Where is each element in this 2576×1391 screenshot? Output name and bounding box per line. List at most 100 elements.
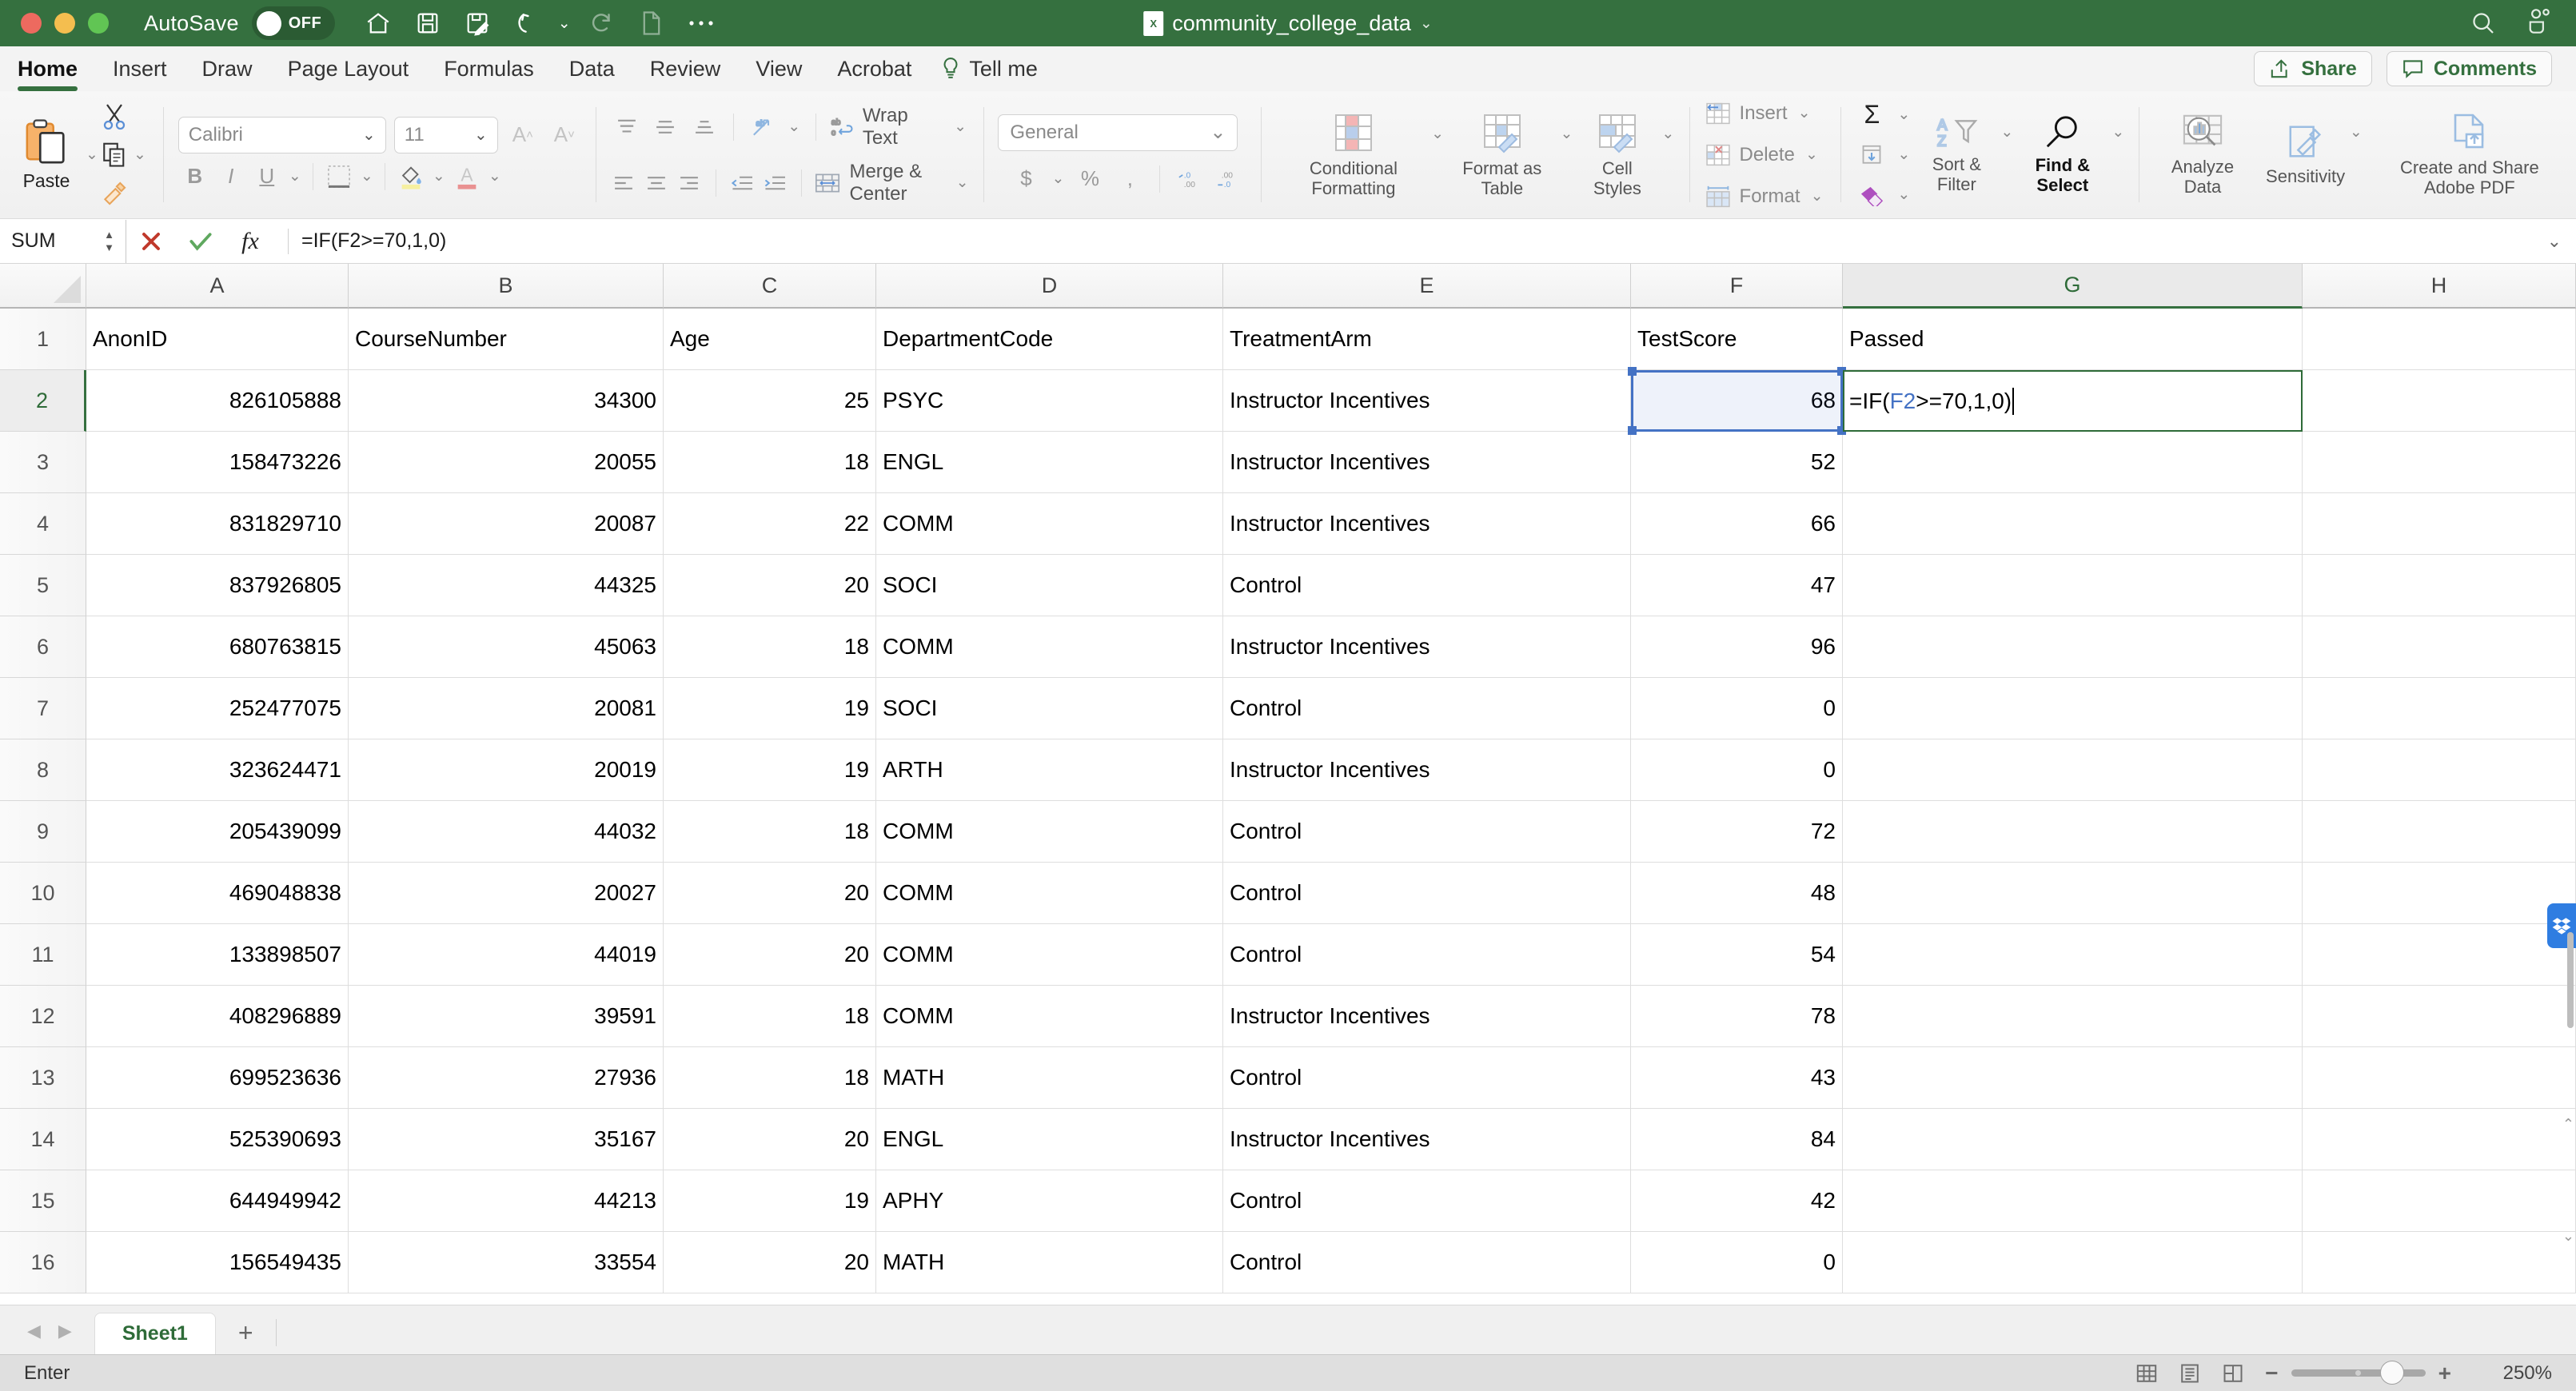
row-header-15[interactable]: 15 xyxy=(0,1170,86,1232)
cell-A6[interactable]: 680763815 xyxy=(86,616,349,678)
cell-E9[interactable]: Control xyxy=(1223,801,1631,863)
create-share-adobe-pdf-button[interactable]: Create and Share Adobe PDF xyxy=(2373,112,2566,197)
cell-G7[interactable] xyxy=(1843,678,2303,739)
page-break-view-icon[interactable] xyxy=(2222,1362,2244,1385)
cell-E3[interactable]: Instructor Incentives xyxy=(1223,432,1631,493)
cell-E7[interactable]: Control xyxy=(1223,678,1631,739)
cell-H15[interactable] xyxy=(2303,1170,2576,1232)
add-sheet-button[interactable]: + xyxy=(216,1318,276,1354)
cell-D6[interactable]: COMM xyxy=(876,616,1223,678)
cell-F14[interactable]: 84 xyxy=(1631,1109,1843,1170)
cell-H3[interactable] xyxy=(2303,432,2576,493)
cell-C11[interactable]: 20 xyxy=(664,924,876,986)
tab-data[interactable]: Data xyxy=(552,46,632,91)
fill-color-button[interactable] xyxy=(394,160,428,193)
scroll-down-icon[interactable]: ⌄ xyxy=(2562,1228,2574,1245)
cell-D5[interactable]: SOCI xyxy=(876,555,1223,616)
format-as-table-chevron-down-icon[interactable]: ⌄ xyxy=(1560,125,1573,143)
cell-D7[interactable]: SOCI xyxy=(876,678,1223,739)
save-as-icon[interactable] xyxy=(455,4,500,42)
cell-H10[interactable] xyxy=(2303,863,2576,924)
sort-filter-chevron-down-icon[interactable]: ⌄ xyxy=(2000,123,2013,141)
borders-chevron-down-icon[interactable]: ⌄ xyxy=(358,167,376,185)
cell-F7[interactable]: 0 xyxy=(1631,678,1843,739)
cell-C1[interactable]: Age xyxy=(664,309,876,370)
format-painter-button[interactable] xyxy=(101,176,149,211)
cell-D13[interactable]: MATH xyxy=(876,1047,1223,1109)
zoom-in-button[interactable]: + xyxy=(2438,1361,2451,1386)
cell-E11[interactable]: Control xyxy=(1223,924,1631,986)
cell-B6[interactable]: 45063 xyxy=(349,616,664,678)
row-header-4[interactable]: 4 xyxy=(0,493,86,555)
chevron-down-icon[interactable]: ⌄ xyxy=(1808,187,1826,205)
cell-F2[interactable]: 68 xyxy=(1631,370,1843,432)
tab-home[interactable]: Home xyxy=(0,46,95,91)
delete-cells-button[interactable]: Delete ⌄ xyxy=(1705,137,1826,173)
copy-button[interactable]: ⌄ xyxy=(101,138,149,173)
align-left-button[interactable] xyxy=(611,166,637,200)
home-icon[interactable] xyxy=(356,4,401,42)
page-layout-view-icon[interactable] xyxy=(2179,1362,2201,1385)
cell-E1[interactable]: TreatmentArm xyxy=(1223,309,1631,370)
tab-page-layout[interactable]: Page Layout xyxy=(270,46,427,91)
cell-editor-g2[interactable]: =IF(F2 >=70,1,0) xyxy=(1843,370,2303,432)
zoom-slider[interactable]: − + xyxy=(2265,1361,2451,1386)
tab-insert[interactable]: Insert xyxy=(95,46,185,91)
cell-C2[interactable]: 25 xyxy=(664,370,876,432)
cell-C14[interactable]: 20 xyxy=(664,1109,876,1170)
decrease-font-size-button[interactable]: A ˅ xyxy=(548,118,581,152)
cell-H7[interactable] xyxy=(2303,678,2576,739)
cell-B10[interactable]: 20027 xyxy=(349,863,664,924)
column-header-d[interactable]: D xyxy=(876,264,1223,309)
analyze-data-button[interactable]: Analyze Data xyxy=(2154,113,2251,197)
increase-decimal-button[interactable]: .0.00 xyxy=(1173,162,1206,196)
cell-G13[interactable] xyxy=(1843,1047,2303,1109)
cell-C16[interactable]: 20 xyxy=(664,1232,876,1293)
cell-B3[interactable]: 20055 xyxy=(349,432,664,493)
column-header-b[interactable]: B xyxy=(349,264,664,309)
cell-B9[interactable]: 44032 xyxy=(349,801,664,863)
row-header-1[interactable]: 1 xyxy=(0,309,86,370)
cell-G4[interactable] xyxy=(1843,493,2303,555)
cell-C13[interactable]: 18 xyxy=(664,1047,876,1109)
paste-chevron-down-icon[interactable]: ⌄ xyxy=(83,145,101,164)
cell-E6[interactable]: Instructor Incentives xyxy=(1223,616,1631,678)
cell-styles-chevron-down-icon[interactable]: ⌄ xyxy=(1661,125,1675,143)
conditional-formatting-button[interactable]: Conditional Formatting xyxy=(1276,111,1430,198)
cell-F6[interactable]: 96 xyxy=(1631,616,1843,678)
cell-E4[interactable]: Instructor Incentives xyxy=(1223,493,1631,555)
align-middle-button[interactable] xyxy=(649,110,682,144)
cell-A7[interactable]: 252477075 xyxy=(86,678,349,739)
font-color-button[interactable]: A xyxy=(450,160,484,193)
next-sheet-icon[interactable]: ▶ xyxy=(58,1321,72,1341)
cell-G11[interactable] xyxy=(1843,924,2303,986)
row-header-2[interactable]: 2 xyxy=(0,370,86,432)
comma-format-button[interactable]: , xyxy=(1113,162,1146,196)
cell-A13[interactable]: 699523636 xyxy=(86,1047,349,1109)
account-icon[interactable] xyxy=(2525,8,2552,38)
cell-B12[interactable]: 39591 xyxy=(349,986,664,1047)
cell-H1[interactable] xyxy=(2303,309,2576,370)
column-header-a[interactable]: A xyxy=(86,264,349,309)
cell-C15[interactable]: 19 xyxy=(664,1170,876,1232)
cell-styles-button[interactable]: Cell Styles xyxy=(1573,111,1661,198)
expand-formula-bar-button[interactable]: ⌄ xyxy=(2547,231,2562,252)
cell-B15[interactable]: 44213 xyxy=(349,1170,664,1232)
wrap-text-button[interactable]: ab c Wrap Text ⌄ xyxy=(829,105,969,149)
conditional-formatting-chevron-down-icon[interactable]: ⌄ xyxy=(1431,125,1445,143)
cell-A11[interactable]: 133898507 xyxy=(86,924,349,986)
cell-G12[interactable] xyxy=(1843,986,2303,1047)
save-icon[interactable] xyxy=(405,4,450,42)
sort-filter-button[interactable]: AZ Sort & Filter xyxy=(1912,115,2000,194)
minimize-window-button[interactable] xyxy=(54,13,75,34)
formula-input[interactable]: =IF(F2>=70,1,0) xyxy=(301,229,446,253)
cell-C12[interactable]: 18 xyxy=(664,986,876,1047)
cell-F4[interactable]: 66 xyxy=(1631,493,1843,555)
cell-B7[interactable]: 20081 xyxy=(349,678,664,739)
cancel-formula-button[interactable] xyxy=(126,229,176,253)
currency-chevron-down-icon[interactable]: ⌄ xyxy=(1049,169,1067,188)
cell-H2[interactable] xyxy=(2303,370,2576,432)
cut-button[interactable] xyxy=(101,99,149,134)
cell-F9[interactable]: 72 xyxy=(1631,801,1843,863)
cell-E12[interactable]: Instructor Incentives xyxy=(1223,986,1631,1047)
